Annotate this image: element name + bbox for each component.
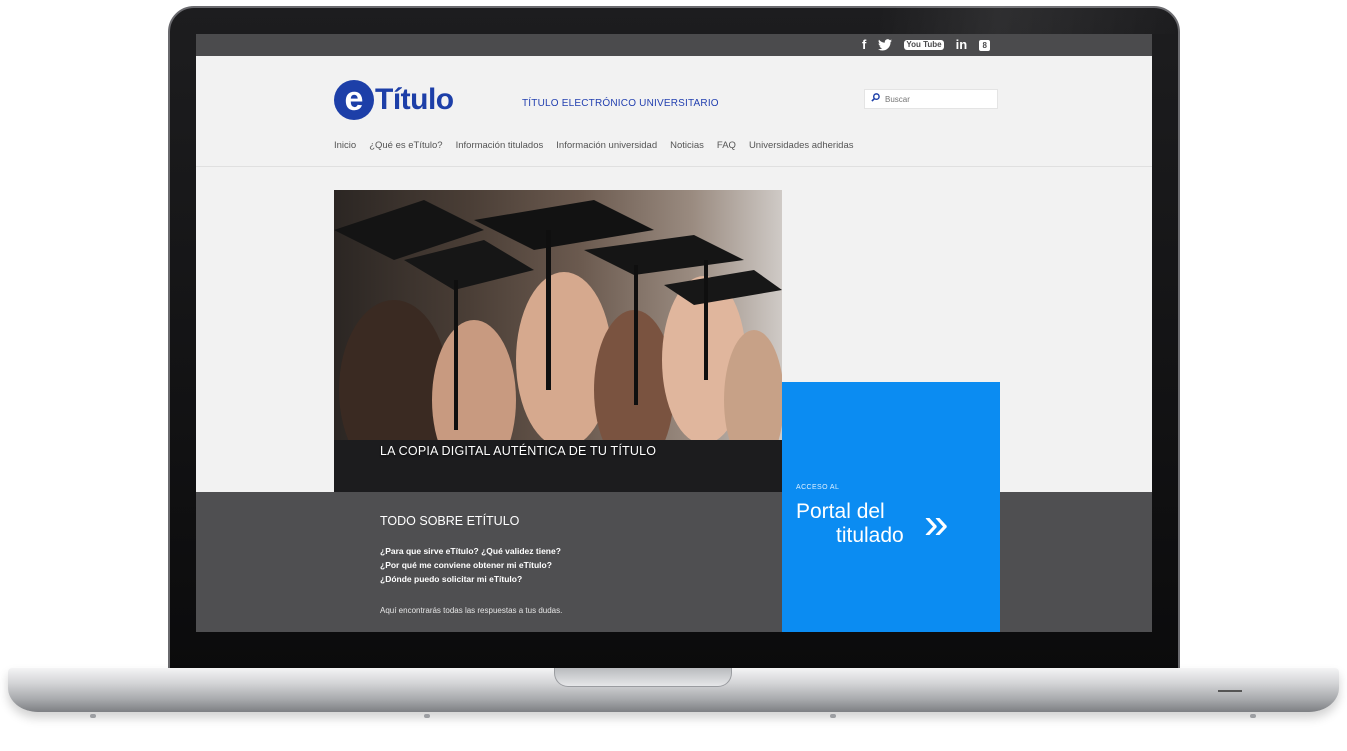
laptop-foot	[830, 714, 836, 718]
portal-title-line2: titulado	[836, 524, 904, 547]
laptop-foot	[90, 714, 96, 718]
double-chevron-right-icon: »	[924, 499, 949, 548]
faq-link[interactable]: ¿Para que sirve eTítulo? ¿Qué validez ti…	[380, 546, 561, 556]
faq-link[interactable]: ¿Por qué me conviene obtener mi eTítulo?	[380, 560, 552, 570]
social-top-bar: f You Tube in 8	[196, 34, 1152, 56]
laptop-foot	[424, 714, 430, 718]
square-icon[interactable]: 8	[979, 39, 991, 51]
site-tagline: TÍTULO ELECTRÓNICO UNIVERSITARIO	[522, 98, 719, 109]
website-screen: f You Tube in 8 e Título TÍTULO ELECTRÓN…	[196, 34, 1152, 632]
linkedin-icon[interactable]: in	[956, 37, 968, 53]
nav-item-informacion-universidad[interactable]: Información universidad	[556, 140, 657, 151]
search-input[interactable]	[883, 93, 987, 105]
nav-item-informacion-titulados[interactable]: Información titulados	[456, 140, 544, 151]
portal-title-line1: Portal del	[796, 500, 885, 523]
portal-titulado-button[interactable]: ACCESO AL Portal del titulado »	[782, 382, 1000, 632]
etitulo-logo[interactable]: e Título	[334, 80, 454, 120]
faq-link[interactable]: ¿Dónde puedo solicitar mi eTítulo?	[380, 574, 522, 584]
twitter-icon[interactable]	[878, 37, 893, 53]
laptop-foot	[1250, 714, 1256, 718]
nav-item-faq[interactable]: FAQ	[717, 140, 736, 151]
info-band	[196, 492, 1152, 632]
laptop-notch	[554, 668, 732, 687]
search-box[interactable]	[864, 89, 998, 109]
nav-item-noticias[interactable]: Noticias	[670, 140, 704, 151]
logo-text: Título	[375, 83, 454, 116]
portal-access-label: ACCESO AL	[796, 484, 840, 491]
nav-item-que-es-etitulo[interactable]: ¿Qué es eTítulo?	[369, 140, 442, 151]
main-nav: Inicio ¿Qué es eTítulo? Información titu…	[334, 140, 854, 151]
facebook-icon[interactable]: f	[862, 37, 866, 53]
hero-caption: LA COPIA DIGITAL AUTÉNTICA DE TU TÍTULO	[380, 444, 657, 458]
lid-glare	[880, 6, 1180, 34]
about-title: TODO SOBRE ETÍTULO	[380, 514, 520, 528]
logo-e-badge: e	[334, 80, 374, 120]
nav-divider	[196, 166, 1152, 167]
youtube-icon[interactable]: You Tube	[904, 40, 944, 50]
nav-item-inicio[interactable]: Inicio	[334, 140, 356, 151]
about-footer-text: Aquí encontrarás todas las respuestas a …	[380, 606, 563, 615]
search-icon	[871, 93, 880, 105]
laptop-indicator	[1218, 690, 1242, 692]
social-links: f You Tube in 8	[862, 37, 991, 53]
nav-item-universidades-adheridas[interactable]: Universidades adheridas	[749, 140, 854, 151]
